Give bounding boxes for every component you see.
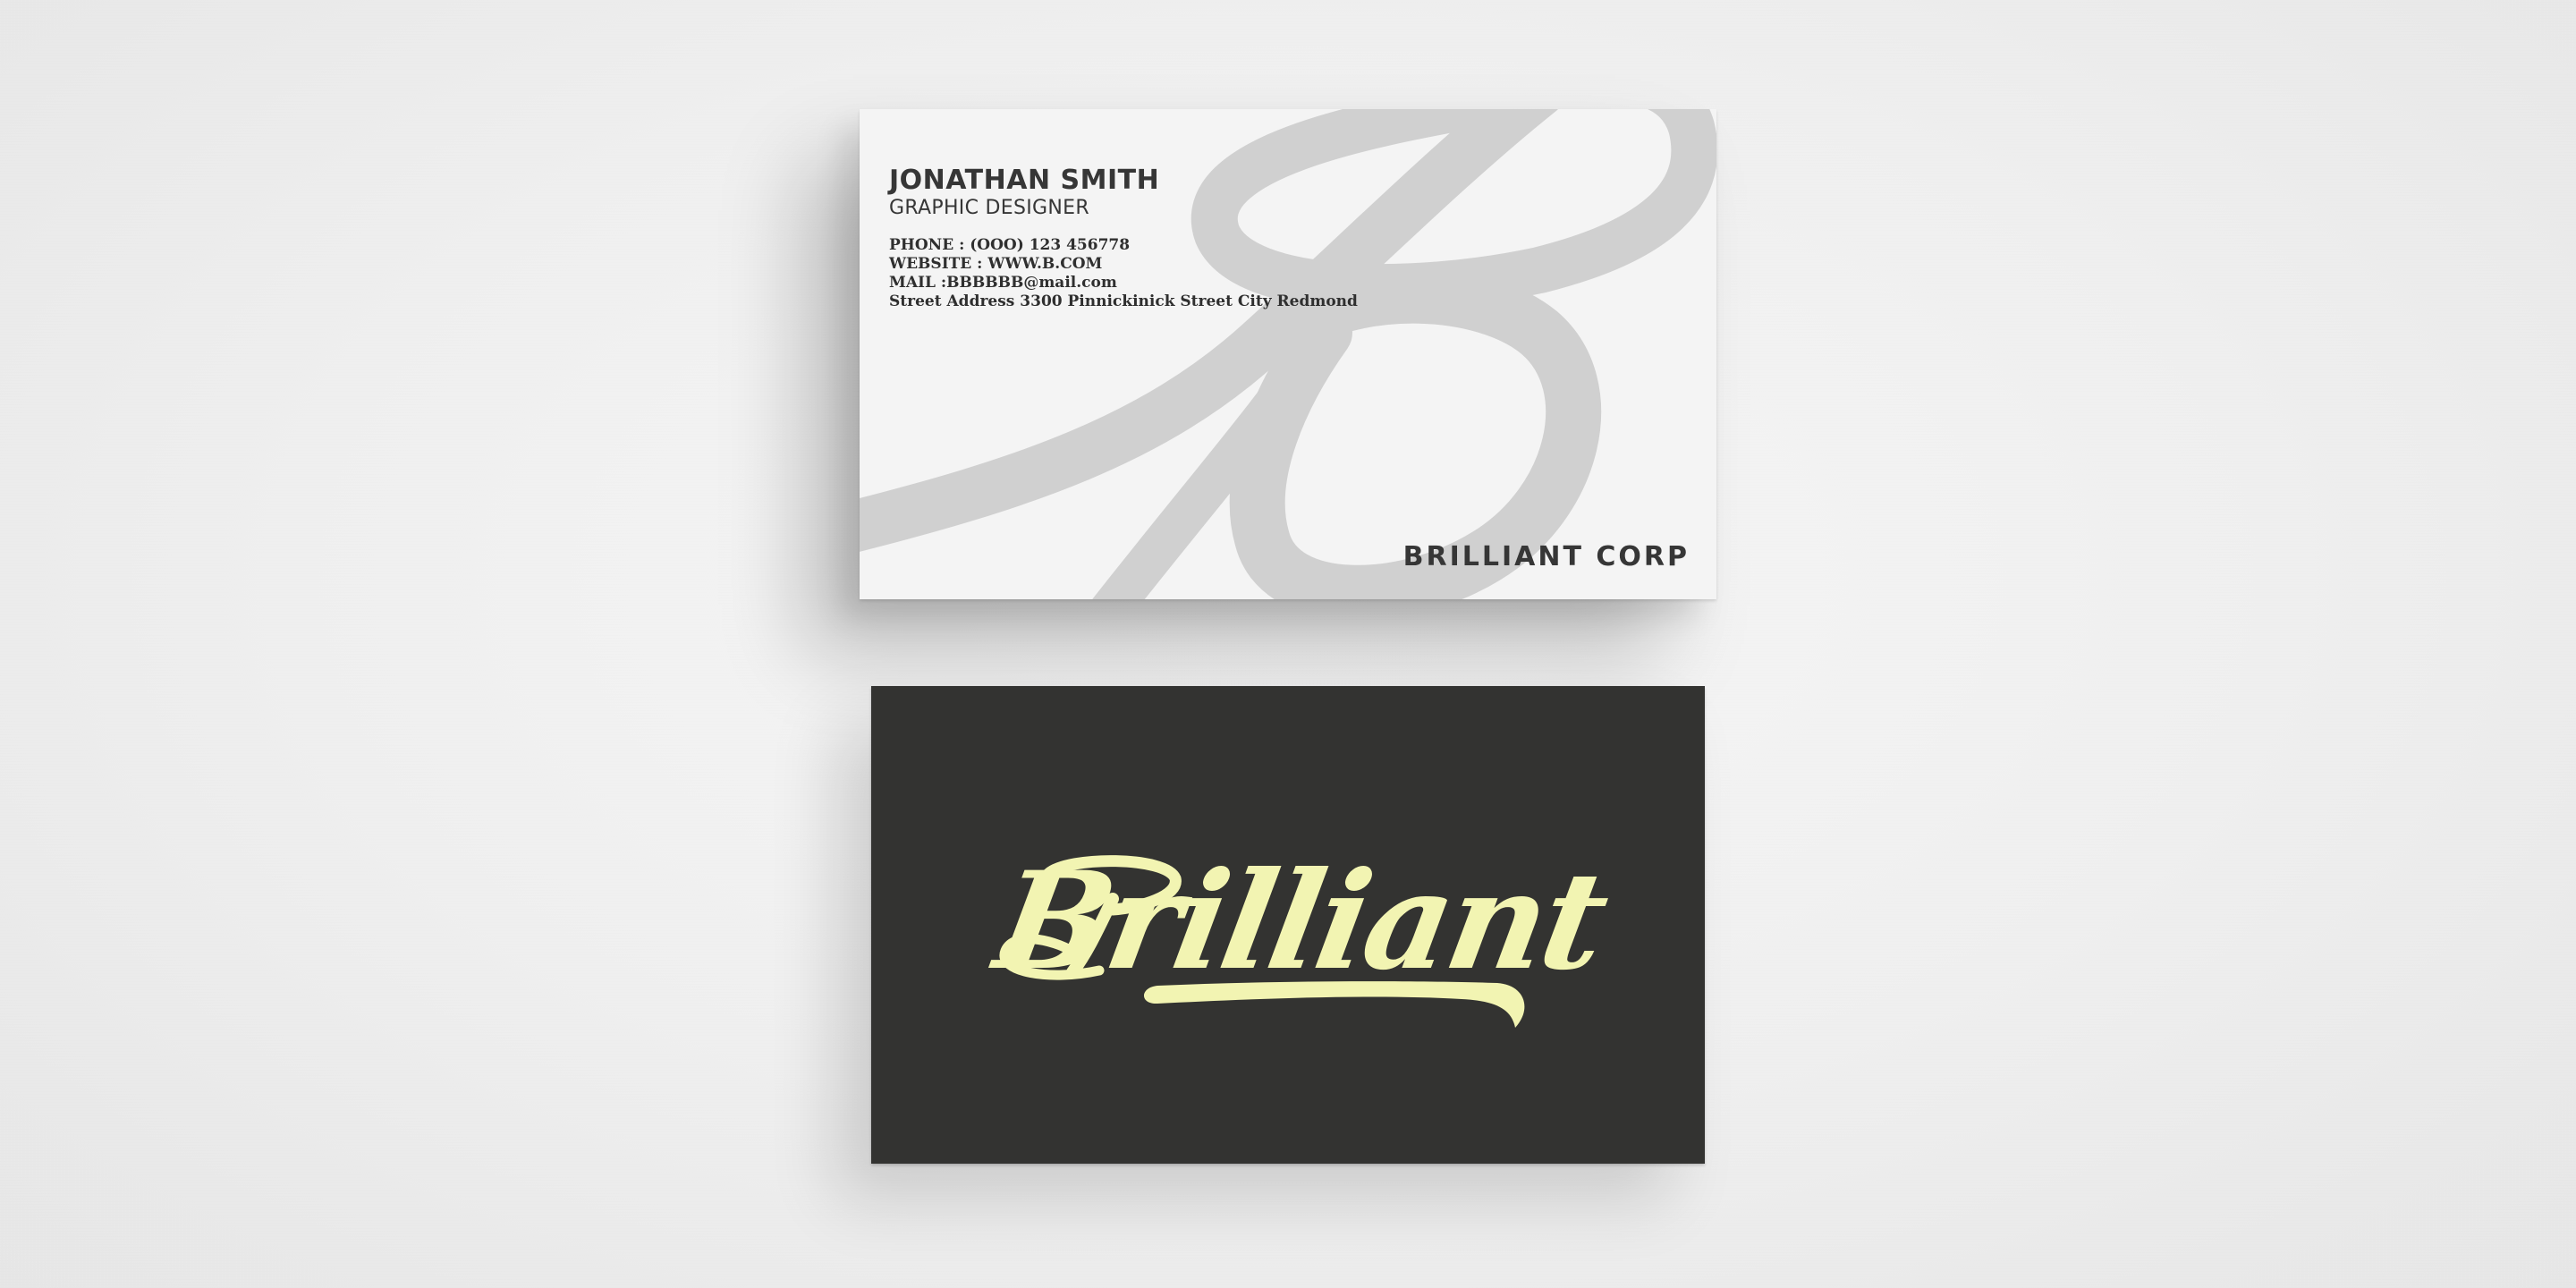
website-line: WEBSITE : WWW.B.COM xyxy=(889,255,1103,273)
company-name: BRILLIANT CORP xyxy=(1402,541,1690,572)
phone-line: PHONE : (OOO) 123 456778 xyxy=(889,236,1131,254)
business-card-back: Brilliant xyxy=(871,686,1705,1164)
person-name: JONATHAN SMITH xyxy=(889,165,1160,196)
brilliant-logo: Brilliant xyxy=(982,842,1619,1028)
business-card-front: JONATHAN SMITH GRAPHIC DESIGNER PHONE : … xyxy=(860,109,1716,599)
logo-text: Brilliant xyxy=(982,842,1619,1000)
contact-block: JONATHAN SMITH GRAPHIC DESIGNER PHONE : … xyxy=(889,165,1358,311)
address-line: Street Address 3300 Pinnickinick Street … xyxy=(889,292,1358,310)
mail-line: MAIL :BBBBBB@mail.com xyxy=(889,274,1117,292)
person-title: GRAPHIC DESIGNER xyxy=(889,197,1089,219)
